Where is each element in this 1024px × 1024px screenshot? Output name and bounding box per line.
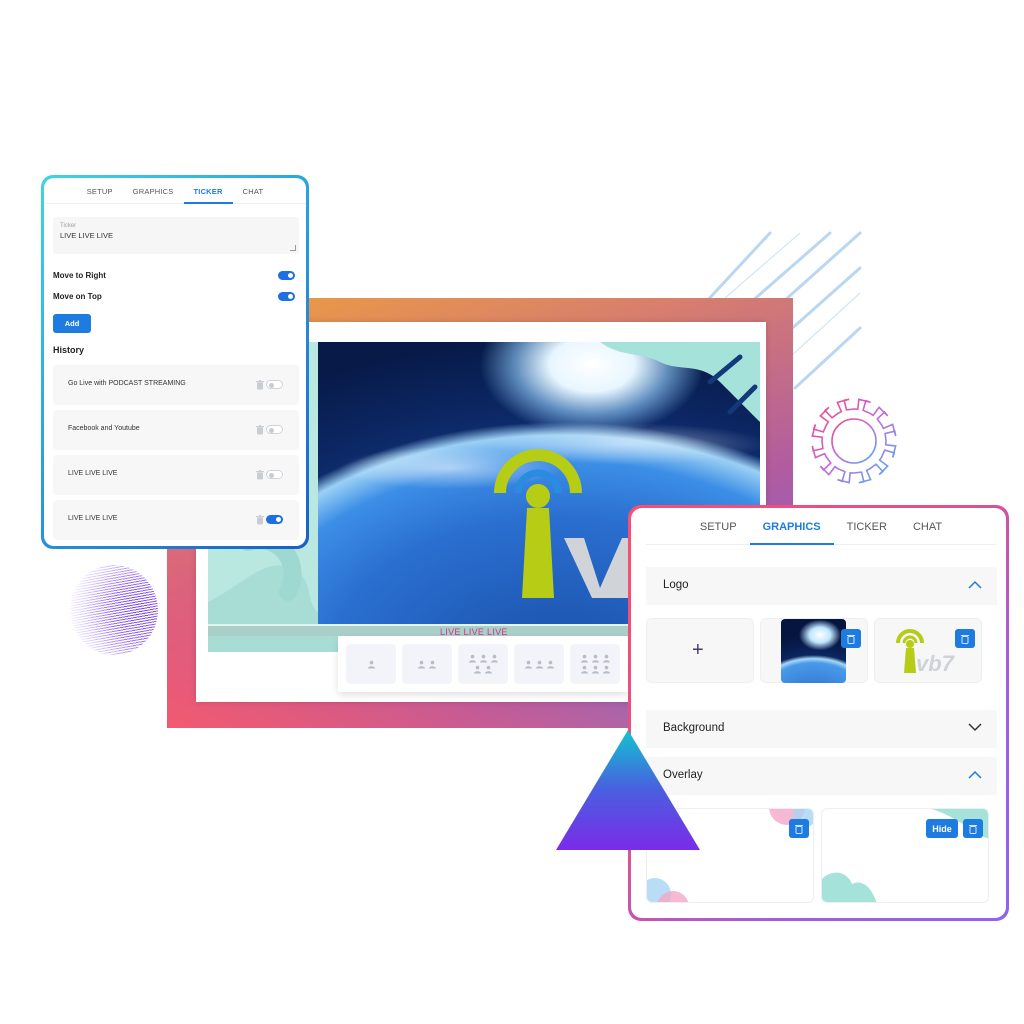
graphics-panel-tabs: SETUP GRAPHICS TICKER CHAT <box>646 508 996 545</box>
chevron-down-icon <box>968 723 982 732</box>
person-icon <box>602 654 611 663</box>
trash-icon[interactable] <box>256 470 264 480</box>
history-item-toggle[interactable] <box>266 470 283 479</box>
history-item: Facebook and Youtube <box>53 410 299 450</box>
chevron-up-icon <box>968 770 982 779</box>
graphics-panel: SETUP GRAPHICS TICKER CHAT Logo + vb7 Ba… <box>628 505 1009 921</box>
layout-picker <box>338 636 628 692</box>
trash-icon <box>847 634 855 644</box>
hide-overlay-button[interactable]: Hide <box>926 819 958 838</box>
add-button[interactable]: Add <box>53 314 91 333</box>
delete-overlay-button[interactable] <box>963 819 983 838</box>
plus-icon: + <box>692 639 704 661</box>
person-icon <box>490 654 499 663</box>
logo-tile-ivb7[interactable]: vb7 <box>874 618 982 683</box>
tab-chat[interactable]: CHAT <box>233 178 274 204</box>
history-item-text: Go Live with PODCAST STREAMING <box>68 380 186 387</box>
person-icon <box>602 665 611 674</box>
ticker-field-value: LIVE LIVE LIVE <box>60 231 113 240</box>
svg-text:vb7: vb7 <box>916 651 956 674</box>
logo-section-header[interactable]: Logo <box>646 567 997 605</box>
person-icon <box>484 665 493 674</box>
ticker-panel: SETUP GRAPHICS TICKER CHAT Ticker LIVE L… <box>41 175 309 549</box>
tab-graphics[interactable]: GRAPHICS <box>123 178 184 204</box>
move-to-right-label: Move to Right <box>53 271 106 280</box>
tab-setup[interactable]: SETUP <box>687 508 750 545</box>
person-icon <box>535 660 544 669</box>
earth-logo-thumbnail <box>781 619 846 683</box>
person-icon <box>473 665 482 674</box>
person-icon <box>479 654 488 663</box>
history-item: LIVE LIVE LIVE <box>53 500 299 540</box>
layout-option-two[interactable] <box>402 644 452 684</box>
layout-option-five[interactable] <box>458 644 508 684</box>
history-item: Go Live with PODCAST STREAMING <box>53 365 299 405</box>
layout-option-three[interactable] <box>514 644 564 684</box>
delete-logo-button[interactable] <box>841 629 861 648</box>
decorative-triangle <box>556 730 700 850</box>
ticker-field-label: Ticker <box>60 223 77 229</box>
gear-icon <box>811 398 897 484</box>
trash-icon <box>795 824 803 834</box>
layout-option-six[interactable] <box>570 644 620 684</box>
history-item-text: LIVE LIVE LIVE <box>68 515 118 522</box>
tab-chat[interactable]: CHAT <box>900 508 955 545</box>
move-on-top-label: Move on Top <box>53 292 102 301</box>
ticker-panel-tabs: SETUP GRAPHICS TICKER CHAT <box>44 178 306 204</box>
person-icon <box>546 660 555 669</box>
overlay-tile-mint[interactable]: Hide <box>821 808 989 903</box>
tab-ticker[interactable]: TICKER <box>834 508 900 545</box>
move-to-right-toggle[interactable] <box>278 271 295 280</box>
tab-ticker[interactable]: TICKER <box>183 178 233 204</box>
person-icon <box>367 660 376 669</box>
chevron-up-icon <box>968 580 982 589</box>
delete-logo-button[interactable] <box>955 629 975 648</box>
history-title: History <box>53 345 85 355</box>
logo-section-title: Logo <box>663 579 689 591</box>
person-icon <box>591 665 600 674</box>
person-icon <box>580 654 589 663</box>
ivb7-logo-thumbnail: vb7 <box>896 629 956 674</box>
history-item-toggle[interactable] <box>266 515 283 524</box>
add-logo-tile[interactable]: + <box>646 618 754 683</box>
tab-graphics[interactable]: GRAPHICS <box>749 508 834 545</box>
history-item-toggle[interactable] <box>266 380 283 389</box>
trash-icon[interactable] <box>256 515 264 525</box>
resize-handle[interactable] <box>290 245 296 251</box>
person-icon <box>417 660 426 669</box>
history-item: LIVE LIVE LIVE <box>53 455 299 495</box>
move-on-top-toggle[interactable] <box>278 292 295 301</box>
stage-logo-ivb7 <box>494 449 632 598</box>
logo-tile-earth[interactable] <box>760 618 868 683</box>
person-icon <box>524 660 533 669</box>
person-icon <box>468 654 477 663</box>
delete-overlay-button[interactable] <box>789 819 809 838</box>
trash-icon <box>969 824 977 834</box>
person-icon <box>591 654 600 663</box>
trash-icon <box>961 634 969 644</box>
history-item-text: LIVE LIVE LIVE <box>68 470 118 477</box>
history-item-text: Facebook and Youtube <box>68 425 140 432</box>
trash-icon[interactable] <box>256 380 264 390</box>
layout-option-single[interactable] <box>346 644 396 684</box>
history-item-toggle[interactable] <box>266 425 283 434</box>
stage-mint-shapes <box>600 342 760 422</box>
trash-icon[interactable] <box>256 425 264 435</box>
person-icon <box>428 660 437 669</box>
person-icon <box>580 665 589 674</box>
ticker-textarea[interactable]: Ticker LIVE LIVE LIVE <box>53 217 299 254</box>
tab-setup[interactable]: SETUP <box>77 178 123 204</box>
decorative-dotted-sphere <box>70 565 158 655</box>
